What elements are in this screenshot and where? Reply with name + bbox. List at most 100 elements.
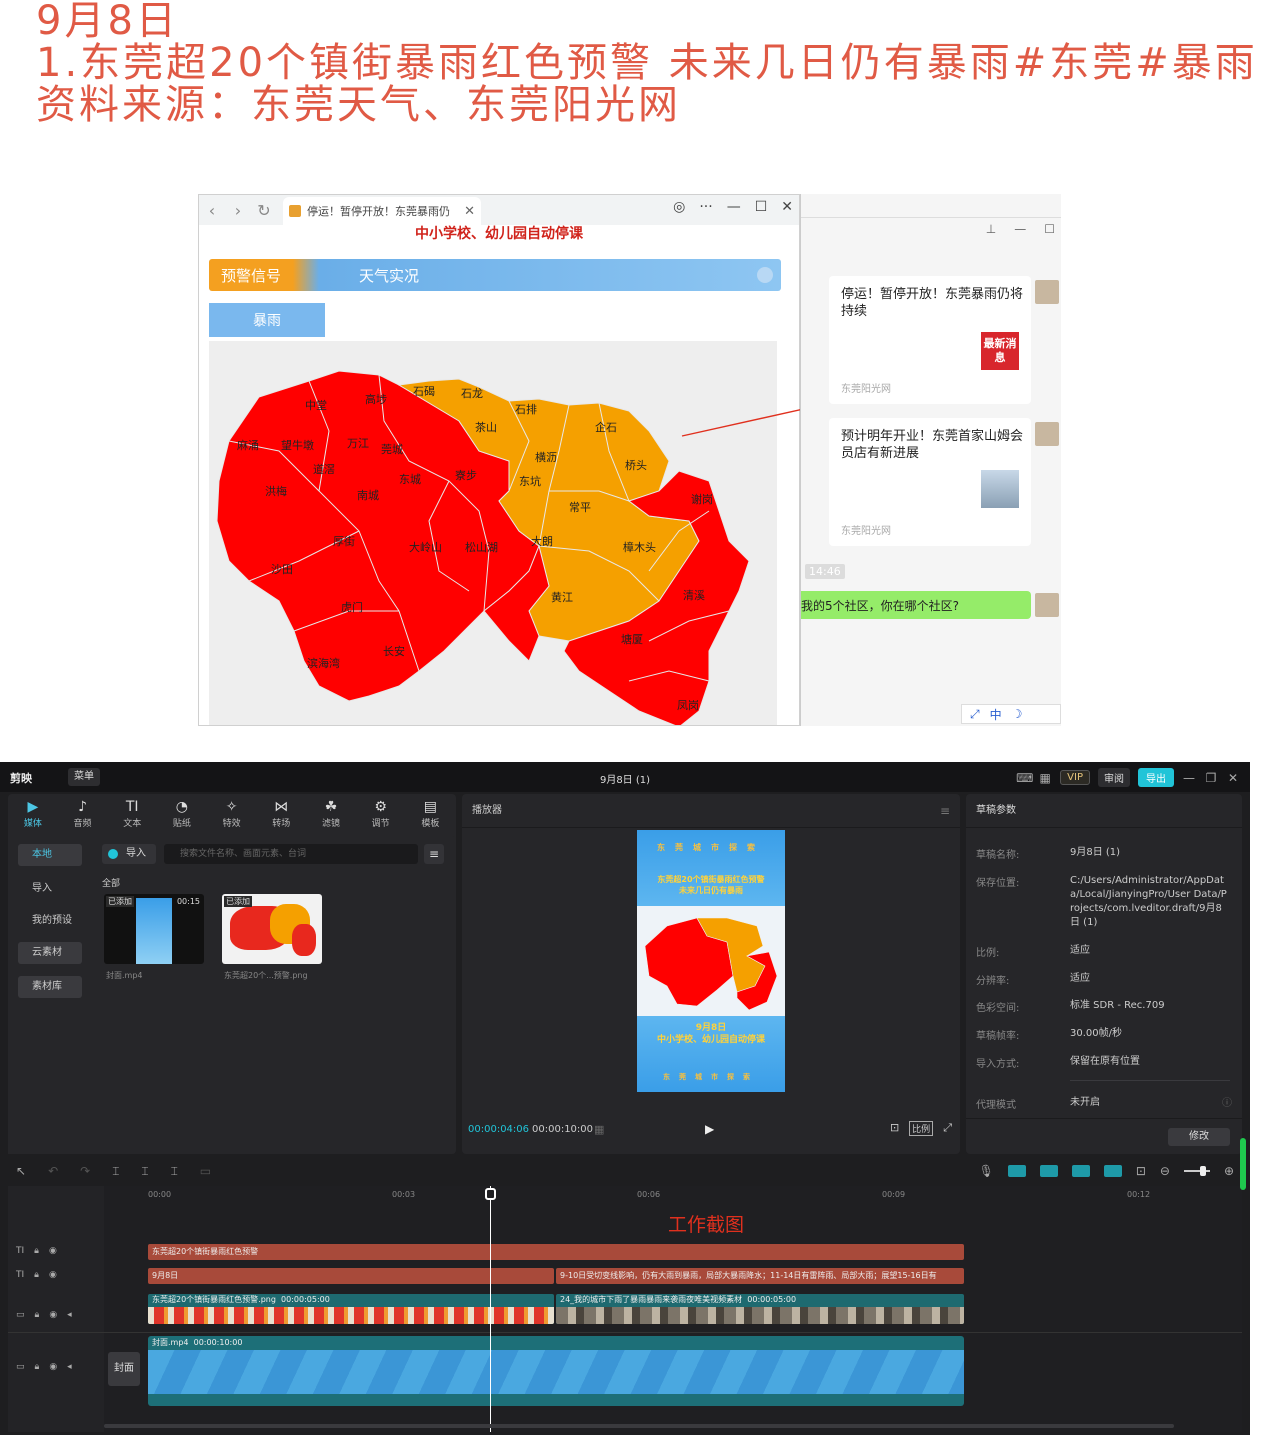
volume-icon[interactable]: ◂ bbox=[67, 1310, 72, 1320]
text-clip[interactable]: 东莞超20个镇街暴雨红色预警 bbox=[148, 1244, 964, 1260]
preview-axis-icon[interactable] bbox=[1103, 1165, 1122, 1177]
chat-article-card[interactable]: 预计明年开业！东莞首家山姆会员店有新进展 东莞阳光网 bbox=[829, 418, 1031, 546]
eye-icon[interactable]: ◉ bbox=[49, 1310, 57, 1320]
ime-switch-icon[interactable]: ⤢ bbox=[970, 707, 980, 722]
review-button[interactable]: 审阅 bbox=[1098, 768, 1130, 787]
close-tab-icon[interactable]: ✕ bbox=[464, 204, 475, 219]
zoom-out-icon[interactable]: ⊖ bbox=[1160, 1164, 1170, 1178]
globe-icon[interactable]: ◎ bbox=[673, 199, 685, 215]
side-item-import[interactable]: 导入 bbox=[18, 878, 82, 900]
modify-button[interactable]: 修改 bbox=[1168, 1128, 1230, 1146]
lock-icon[interactable]: 🔒︎ bbox=[35, 1362, 40, 1372]
eye-icon[interactable]: ◉ bbox=[49, 1246, 57, 1256]
lock-icon[interactable]: 🔒︎ bbox=[35, 1310, 40, 1320]
moon-icon[interactable]: ☽ bbox=[1012, 707, 1023, 721]
undo-icon[interactable]: ↶ bbox=[48, 1164, 58, 1179]
tab-effect[interactable]: ✧ 特效 bbox=[207, 794, 257, 834]
tab-sticker[interactable]: ◔ 贴纸 bbox=[157, 794, 207, 834]
player-menu-icon[interactable]: ≡ bbox=[940, 804, 950, 818]
playhead[interactable] bbox=[485, 1186, 496, 1432]
cover-button[interactable]: 封面 bbox=[108, 1352, 140, 1386]
side-item-cloud[interactable]: 云素材 bbox=[18, 942, 82, 964]
avatar[interactable] bbox=[1035, 593, 1059, 617]
text-clip[interactable]: 9-10日受切变线影响，仍有大雨到暴雨，局部大暴雨降水；11-14日有雷阵雨、局… bbox=[556, 1268, 964, 1284]
tab-text[interactable]: TI 文本 bbox=[107, 794, 157, 834]
tab-template[interactable]: ▤ 模板 bbox=[406, 794, 456, 834]
play-icon[interactable]: ▶ bbox=[705, 1122, 714, 1136]
chat-message[interactable]: 我的5个社区，你在哪个社区? bbox=[801, 591, 1031, 619]
media-item-video[interactable]: 已添加 00:15 bbox=[104, 894, 204, 964]
preview-canvas[interactable]: 东莞城市探索 东莞超20个镇街暴雨红色预警 未来几日仍有暴雨 9月8日 中小学校、幼… bbox=[637, 830, 785, 1092]
linkage-icon[interactable] bbox=[1071, 1165, 1090, 1177]
maximize-icon[interactable]: ☐ bbox=[755, 199, 768, 215]
select-tool-icon[interactable]: ↖ bbox=[16, 1164, 26, 1179]
link-main-track-icon[interactable] bbox=[1007, 1165, 1026, 1177]
avatar[interactable] bbox=[1035, 422, 1059, 446]
list-view-icon[interactable]: ≡ bbox=[424, 844, 444, 864]
chat-article-card[interactable]: 停运！暂停开放！东莞暴雨仍将持续 最新消息 东莞阳光网 bbox=[829, 276, 1031, 404]
tab-transition[interactable]: ⋈ 转场 bbox=[256, 794, 306, 834]
timeline-scrollbar[interactable] bbox=[104, 1424, 1174, 1428]
filter-all[interactable]: 全部 bbox=[102, 876, 120, 889]
maximize-icon[interactable]: ☐ bbox=[1044, 222, 1055, 236]
tab-adjust[interactable]: ⚙ 调节 bbox=[356, 794, 406, 834]
import-button[interactable]: 导入 bbox=[102, 844, 156, 864]
side-item-library[interactable]: 素材库 bbox=[18, 976, 82, 998]
side-item-presets[interactable]: 我的预设 bbox=[18, 910, 82, 932]
layout-icon[interactable]: ▦ bbox=[1038, 771, 1052, 785]
delete-icon[interactable]: ▭ bbox=[200, 1164, 211, 1179]
tab-weather[interactable]: 天气实况 bbox=[359, 265, 419, 286]
rain-button[interactable]: 暴雨 bbox=[209, 303, 325, 337]
export-button[interactable]: 导出 bbox=[1138, 768, 1174, 787]
more-icon[interactable]: ··· bbox=[699, 199, 712, 215]
time-ruler[interactable]: 00:00 00:03 00:06 00:09 00:12 bbox=[148, 1186, 1238, 1208]
minimize-icon[interactable]: — bbox=[1182, 771, 1196, 785]
zoom-slider[interactable] bbox=[1183, 1166, 1210, 1176]
reload-icon[interactable]: ↻ bbox=[251, 201, 277, 220]
snap-icon[interactable] bbox=[1039, 1165, 1058, 1177]
split-left-icon[interactable]: ⌶ bbox=[141, 1164, 148, 1179]
tab-audio[interactable]: ♪ 音频 bbox=[58, 794, 108, 834]
redo-icon[interactable]: ↷ bbox=[80, 1164, 90, 1179]
forward-icon[interactable]: › bbox=[225, 201, 251, 220]
help-icon[interactable]: ⓘ bbox=[1222, 1094, 1232, 1109]
shortcut-icon[interactable]: ⌨ bbox=[1016, 771, 1033, 785]
side-item-local[interactable]: 本地 bbox=[18, 844, 82, 866]
close-icon[interactable]: ✕ bbox=[1226, 771, 1240, 785]
image-clip[interactable]: 东莞超20个镇街暴雨红色预警.png 00:00:05:00 bbox=[148, 1294, 554, 1324]
ratio-button[interactable]: 比例 bbox=[909, 1121, 934, 1136]
pin-icon[interactable]: ⊥ bbox=[986, 222, 996, 236]
ime-language[interactable]: 中 bbox=[990, 706, 1002, 723]
volume-icon[interactable]: ◂ bbox=[67, 1362, 72, 1372]
eye-icon[interactable]: ◉ bbox=[49, 1270, 57, 1280]
close-icon[interactable]: ✕ bbox=[781, 199, 793, 215]
full-preview-icon[interactable]: ⊡ bbox=[1136, 1164, 1146, 1178]
fullscreen-icon[interactable]: ⤢ bbox=[943, 1121, 952, 1136]
tab-warning[interactable]: 预警信号 bbox=[209, 265, 359, 286]
vip-button[interactable]: VIP bbox=[1060, 770, 1090, 785]
main-video-clip[interactable]: 封面.mp4 00:00:10:00 bbox=[148, 1336, 964, 1406]
eye-icon[interactable]: ◉ bbox=[49, 1362, 57, 1372]
lock-icon[interactable]: 🔒︎ bbox=[34, 1246, 39, 1256]
restore-icon[interactable]: ❐ bbox=[1204, 771, 1218, 785]
split-icon[interactable]: ⌶ bbox=[112, 1164, 119, 1179]
refresh-icon[interactable] bbox=[757, 267, 773, 283]
split-right-icon[interactable]: ⌶ bbox=[171, 1164, 178, 1179]
tab-filter[interactable]: ☘ 滤镜 bbox=[306, 794, 356, 834]
back-icon[interactable]: ‹ bbox=[199, 201, 225, 220]
text-clip[interactable]: 9月8日 bbox=[148, 1268, 554, 1284]
screenshot-icon[interactable]: ⊡ bbox=[890, 1121, 899, 1136]
media-item-image[interactable]: 已添加 bbox=[222, 894, 322, 964]
zoom-in-icon[interactable]: ⊕ bbox=[1224, 1164, 1234, 1178]
timecode-grid-icon[interactable]: ▦ bbox=[594, 1123, 604, 1136]
playhead-handle[interactable] bbox=[485, 1188, 496, 1200]
media-search-input[interactable]: 搜索文件名称、画面元素、台词 bbox=[164, 844, 418, 864]
minimize-icon[interactable]: — bbox=[1014, 222, 1026, 236]
minimize-icon[interactable]: — bbox=[727, 199, 741, 215]
video-clip[interactable]: 24_我的城市下雨了暴雨暴雨来袭雨夜唯美视频素材 00:00:05:00 bbox=[556, 1294, 964, 1324]
microphone-icon[interactable]: 🎙 bbox=[979, 1164, 994, 1178]
tab-media[interactable]: ▶ 媒体 bbox=[8, 794, 58, 834]
lock-icon[interactable]: 🔒︎ bbox=[34, 1270, 39, 1280]
browser-tab[interactable]: 停运！暂停开放！东莞暴雨仍 ✕ bbox=[283, 197, 481, 225]
avatar[interactable] bbox=[1035, 280, 1059, 304]
